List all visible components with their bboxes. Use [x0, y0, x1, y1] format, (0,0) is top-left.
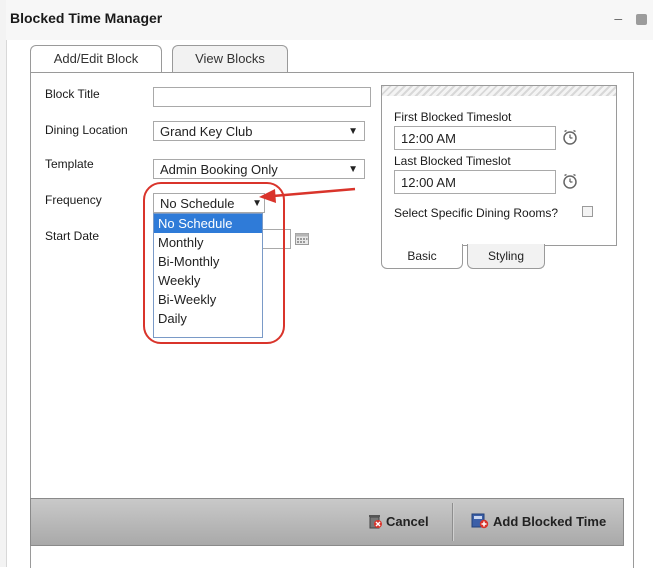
add-blocked-time-label: Add Blocked Time: [493, 514, 607, 529]
left-window-edge: [0, 0, 7, 567]
block-title-input[interactable]: [153, 87, 371, 107]
annotation-highlight-ring: [143, 182, 285, 344]
action-bar: Cancel Add Blocked Time: [30, 498, 624, 546]
last-timeslot-label: Last Blocked Timeslot: [394, 154, 511, 168]
calendar-icon[interactable]: [295, 233, 309, 245]
dropdown-arrow-icon: ▼: [348, 126, 358, 137]
add-edit-panel: Block Title Dining Location Grand Key Cl…: [30, 72, 634, 568]
last-timeslot-input[interactable]: 12:00 AM: [394, 170, 556, 194]
add-time-icon: [471, 513, 489, 529]
start-date-label: Start Date: [45, 229, 100, 243]
select-rooms-checkbox[interactable]: [582, 206, 593, 217]
subtab-basic[interactable]: Basic: [381, 244, 463, 269]
template-value: Admin Booking Only: [160, 162, 278, 177]
timeslot-panel: First Blocked Timeslot 12:00 AM Last Blo…: [381, 85, 617, 246]
tab-label: Add/Edit Block: [53, 51, 139, 66]
select-rooms-label: Select Specific Dining Rooms?: [394, 206, 559, 220]
first-timeslot-label: First Blocked Timeslot: [394, 110, 512, 124]
tab-label: View Blocks: [195, 51, 265, 66]
dining-location-label: Dining Location: [45, 123, 128, 137]
cancel-button[interactable]: Cancel: [367, 499, 429, 545]
window-controls: –: [604, 10, 647, 26]
clock-icon[interactable]: [562, 129, 578, 145]
footer-separator: [452, 503, 454, 541]
subtab-styling[interactable]: Styling: [467, 244, 545, 269]
close-icon[interactable]: [636, 13, 647, 25]
block-title-label: Block Title: [45, 87, 100, 101]
dropdown-arrow-icon: ▼: [348, 164, 358, 175]
tab-view-blocks[interactable]: View Blocks: [172, 45, 288, 72]
trash-cancel-icon: [369, 515, 382, 529]
dining-location-select[interactable]: Grand Key Club ▼: [153, 121, 365, 141]
title-bar: Blocked Time Manager –: [6, 0, 653, 40]
clock-icon[interactable]: [562, 173, 578, 189]
add-blocked-time-button[interactable]: Add Blocked Time: [471, 499, 606, 545]
window-title: Blocked Time Manager: [10, 10, 163, 26]
tab-add-edit-block[interactable]: Add/Edit Block: [30, 45, 162, 74]
panel-header-stripe: [382, 86, 616, 96]
annotation-arrow-icon: [259, 187, 356, 203]
frequency-label: Frequency: [45, 193, 102, 207]
subtab-label: Styling: [487, 249, 525, 263]
minimize-icon[interactable]: –: [614, 10, 622, 26]
template-select[interactable]: Admin Booking Only ▼: [153, 159, 365, 179]
template-label: Template: [45, 157, 94, 171]
subtab-label: Basic: [407, 249, 437, 263]
first-timeslot-input[interactable]: 12:00 AM: [394, 126, 556, 150]
dining-location-value: Grand Key Club: [160, 124, 253, 139]
cancel-label: Cancel: [386, 514, 429, 529]
